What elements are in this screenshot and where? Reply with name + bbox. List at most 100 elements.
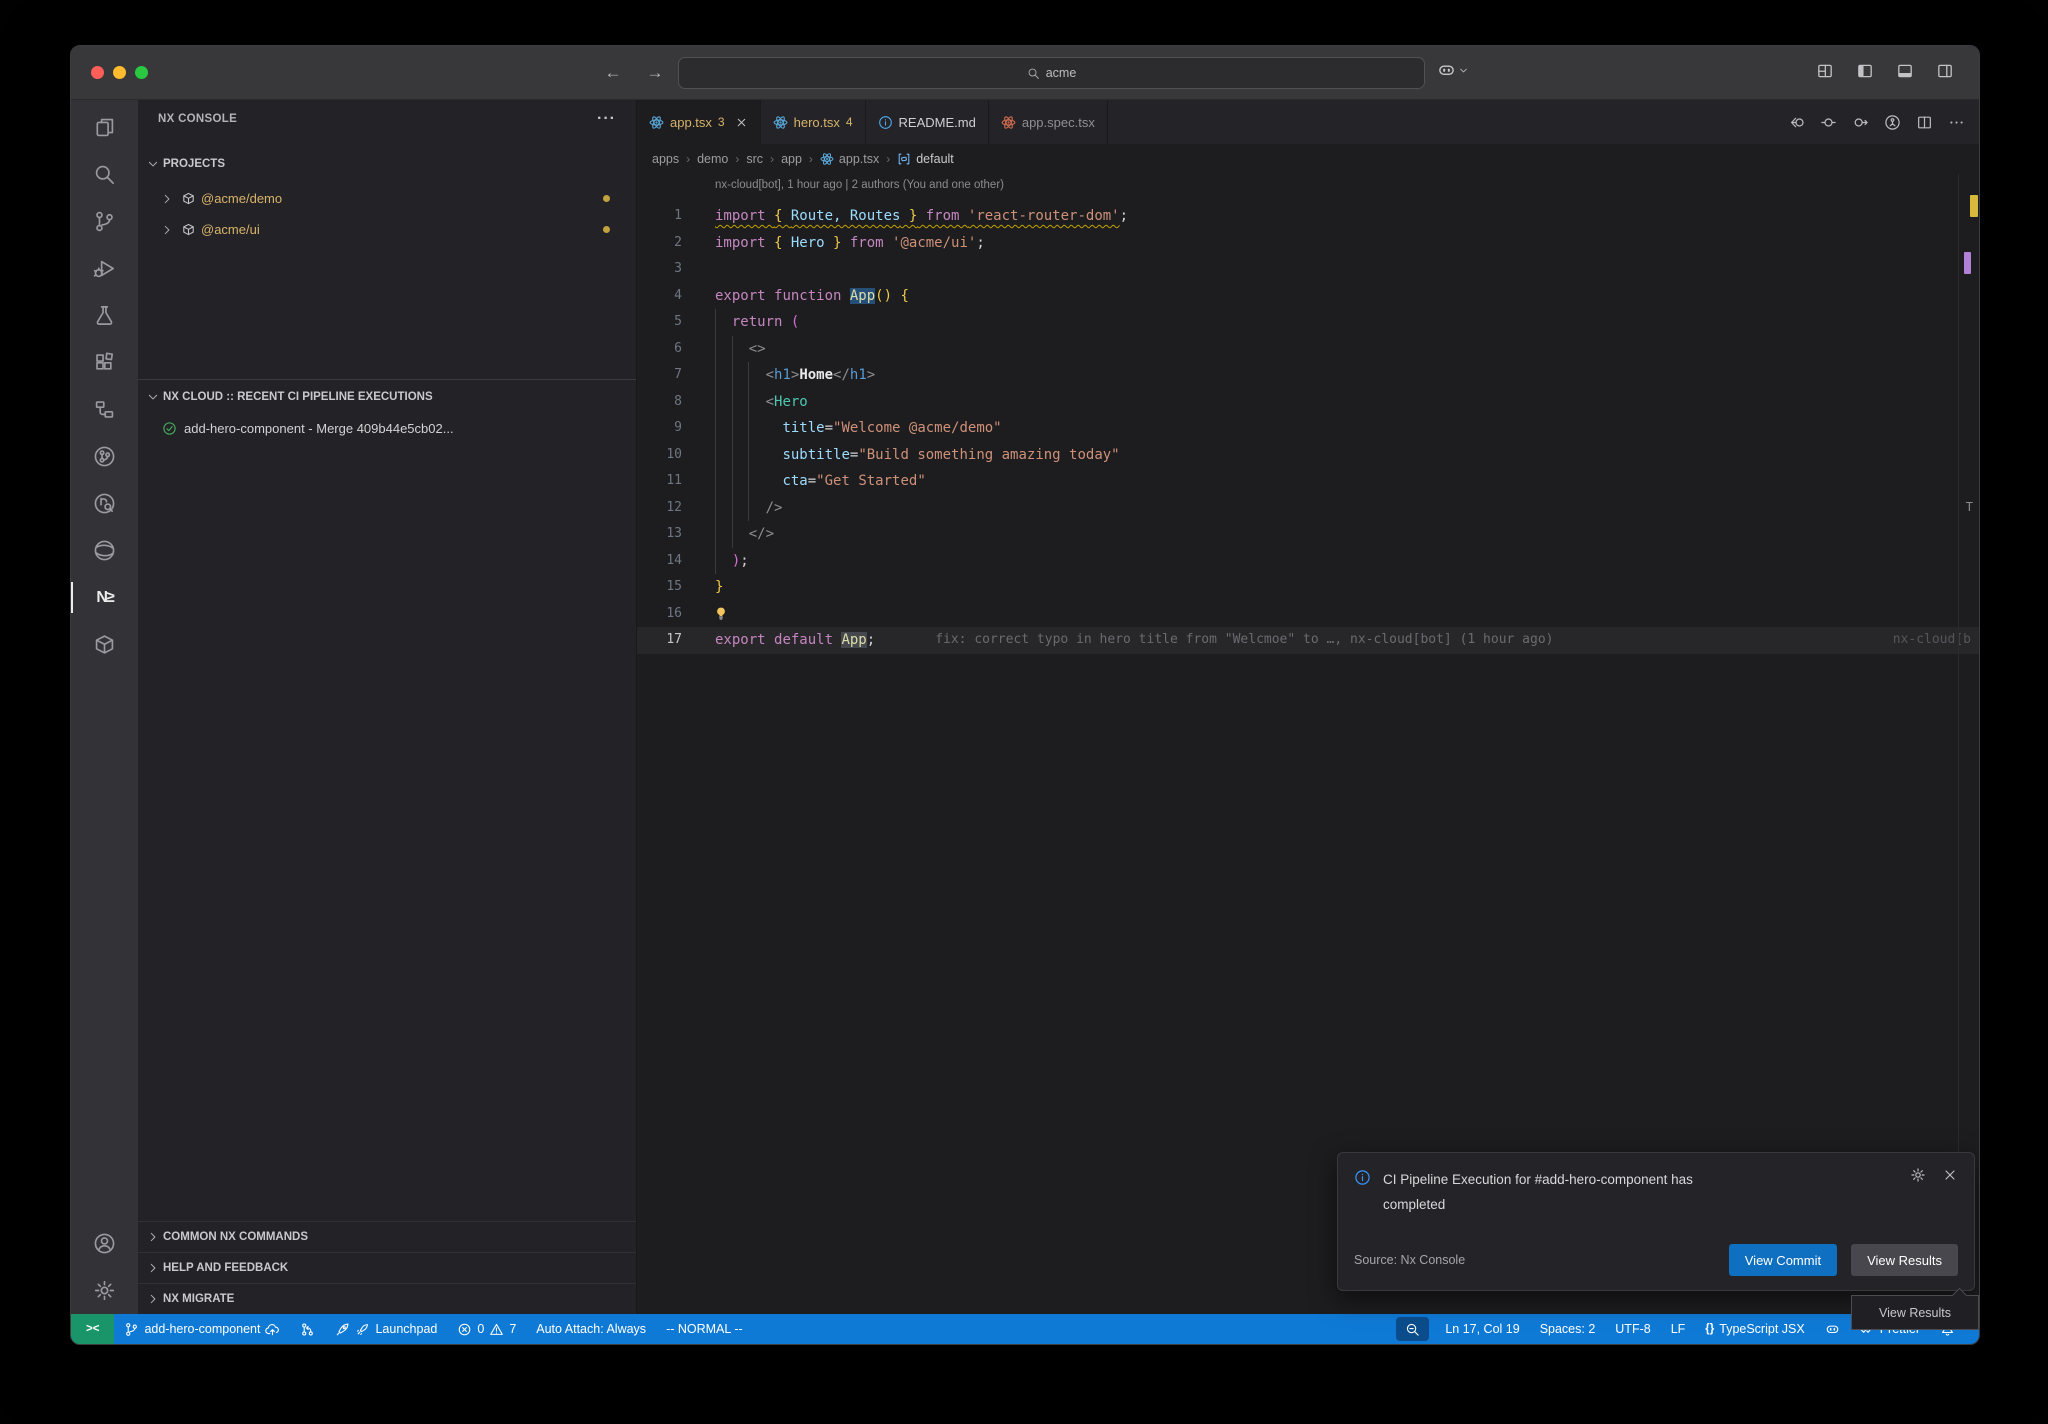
view-results-button[interactable]: View Results (1851, 1244, 1958, 1276)
notification-source: Source: Nx Console (1354, 1253, 1465, 1267)
status-indentation[interactable]: Spaces: 2 (1530, 1314, 1606, 1344)
status-copilot-status[interactable] (1815, 1314, 1850, 1344)
status-branch-status[interactable]: add-hero-component (114, 1314, 290, 1344)
status-zoom-indicator[interactable] (1396, 1317, 1429, 1341)
status-remote-indicator[interactable]: >< (71, 1314, 114, 1344)
tab-hero-tsx[interactable]: hero.tsx4 (761, 100, 866, 144)
activity-item-testing[interactable] (71, 292, 138, 339)
navigate-back-button[interactable]: ← (601, 61, 625, 85)
activity-item-extensions[interactable] (71, 339, 138, 386)
breadcrumb-item-demo[interactable]: demo (697, 152, 728, 166)
line-content: } (715, 574, 723, 601)
line-number: 6 (637, 336, 682, 363)
status-problems[interactable]: 07 (447, 1314, 526, 1344)
indent-guide (715, 309, 716, 574)
line-number: 10 (637, 442, 682, 469)
activity-item-account[interactable] (71, 1220, 138, 1267)
status-language-mode[interactable]: {}TypeScript JSX (1695, 1314, 1814, 1344)
breadcrumb-item-apps[interactable]: apps (652, 152, 679, 166)
split-editor-icon[interactable] (1916, 114, 1933, 131)
editor-group: app.tsx3hero.tsx4README.mdapp.spec.tsx a… (637, 100, 1979, 1314)
line-number: 14 (637, 548, 682, 575)
section-common-nx-commands[interactable]: COMMON NX COMMANDS (138, 1221, 636, 1252)
lightbulb-icon[interactable] (713, 606, 729, 622)
line-content: return ( (715, 309, 799, 336)
breadcrumb-item-app[interactable]: app (781, 152, 802, 166)
project-item[interactable]: @acme/ui (138, 214, 636, 245)
git-blame-codelens[interactable]: nx-cloud[bot], 1 hour ago | 2 authors (Y… (715, 179, 1004, 191)
view-commit-button[interactable]: View Commit (1729, 1244, 1837, 1276)
notification-close-icon[interactable] (1942, 1167, 1958, 1183)
code-line-17: 17export default App;fix: correct typo i… (637, 627, 1979, 654)
activity-item-search[interactable] (71, 151, 138, 198)
status-eol[interactable]: LF (1661, 1314, 1696, 1344)
activity-item-run-debug[interactable] (71, 245, 138, 292)
nav-back-circle-icon[interactable] (1788, 114, 1805, 131)
activity-item-containers[interactable] (71, 621, 138, 668)
circle-dash-icon[interactable] (1820, 114, 1837, 131)
status-git-actions[interactable] (290, 1314, 325, 1344)
search-icon (93, 163, 116, 186)
command-center-search[interactable]: acme (678, 57, 1425, 89)
project-label: @acme/demo (201, 191, 282, 206)
status-vim-mode[interactable]: -- NORMAL -- (656, 1314, 753, 1344)
activity-item-nx-console[interactable]: N≥ (71, 574, 138, 621)
testing-icon (93, 304, 116, 327)
code-editor[interactable]: nx-cloud[bot], 1 hour ago | 2 authors (Y… (637, 174, 1979, 1314)
section-help-and-feedback[interactable]: HELP AND FEEDBACK (138, 1252, 636, 1283)
breadcrumb-item-default[interactable]: default (897, 152, 954, 166)
activity-item-explorer[interactable] (71, 104, 138, 151)
projects-section-header[interactable]: PROJECTS (138, 150, 636, 178)
line-content: export function App() { (715, 283, 909, 310)
section-label: HELP AND FEEDBACK (163, 1262, 288, 1274)
activity-item-settings[interactable] (71, 1267, 138, 1314)
code-line-16: 16 (637, 601, 1979, 628)
toggle-primary-sidebar-icon[interactable] (1856, 62, 1874, 80)
minimize-window-button[interactable] (113, 66, 126, 79)
zoom-window-button[interactable] (135, 66, 148, 79)
navigate-forward-button[interactable]: → (643, 61, 667, 85)
tab-app-spec-tsx[interactable]: app.spec.tsx (989, 100, 1108, 144)
command-center-text: acme (1046, 66, 1077, 80)
toggle-secondary-sidebar-icon[interactable] (1936, 62, 1954, 80)
status-launchpad[interactable]: Launchpad (325, 1314, 447, 1344)
desktop: { "colors": { "status_blue": "#0f7ad6", … (0, 0, 2048, 1424)
status-encoding[interactable]: UTF-8 (1605, 1314, 1660, 1344)
activity-item-project-hierarchy[interactable] (71, 386, 138, 433)
breadcrumb-item-app-tsx[interactable]: app.tsx (820, 152, 879, 166)
activity-item-gitlens-inspect[interactable] (71, 480, 138, 527)
activity-item-edge-devtools[interactable] (71, 527, 138, 574)
git-graph-circle-icon[interactable] (1884, 114, 1901, 131)
status-cursor-position[interactable]: Ln 17, Col 19 (1435, 1314, 1529, 1344)
indent-guide (748, 362, 749, 521)
nx-console-icon: N≥ (93, 586, 116, 609)
chevron-right-icon (160, 223, 174, 237)
chevron-right-icon (146, 1261, 160, 1275)
clipped-git-blame: nx-cloud[b (1893, 627, 1971, 654)
tab-app-tsx[interactable]: app.tsx3 (637, 100, 761, 144)
tab-close-icon[interactable] (735, 116, 748, 129)
line-content: export default App; (715, 627, 875, 654)
status-auto-attach[interactable]: Auto Attach: Always (526, 1314, 656, 1344)
react-icon (820, 152, 834, 166)
nav-forward-circle-icon[interactable] (1852, 114, 1869, 131)
pipeline-execution-item[interactable]: add-hero-component - Merge 409b44e5cb02.… (138, 413, 636, 443)
copilot-menu-button[interactable] (1437, 61, 1469, 80)
breadcrumb-item-src[interactable]: src (746, 152, 763, 166)
customize-layout-icon[interactable] (1816, 62, 1834, 80)
notification-settings-icon[interactable] (1910, 1167, 1926, 1183)
more-actions-icon[interactable]: ··· (597, 110, 616, 128)
project-item[interactable]: @acme/demo (138, 183, 636, 214)
activity-item-gitlens[interactable] (71, 433, 138, 480)
nx-cloud-section-header[interactable]: NX CLOUD :: RECENT CI PIPELINE EXECUTION… (138, 383, 636, 411)
package-icon (181, 191, 196, 206)
toggle-panel-icon[interactable] (1896, 62, 1914, 80)
more-actions-icon[interactable] (1948, 114, 1965, 131)
close-window-button[interactable] (91, 66, 104, 79)
section-nx-migrate[interactable]: NX MIGRATE (138, 1283, 636, 1314)
layout-controls (1816, 62, 1954, 80)
activity-item-source-control[interactable] (71, 198, 138, 245)
breadcrumb-separator: › (886, 152, 890, 166)
tab-README-md[interactable]: README.md (866, 100, 989, 144)
status-text: UTF-8 (1615, 1322, 1650, 1336)
